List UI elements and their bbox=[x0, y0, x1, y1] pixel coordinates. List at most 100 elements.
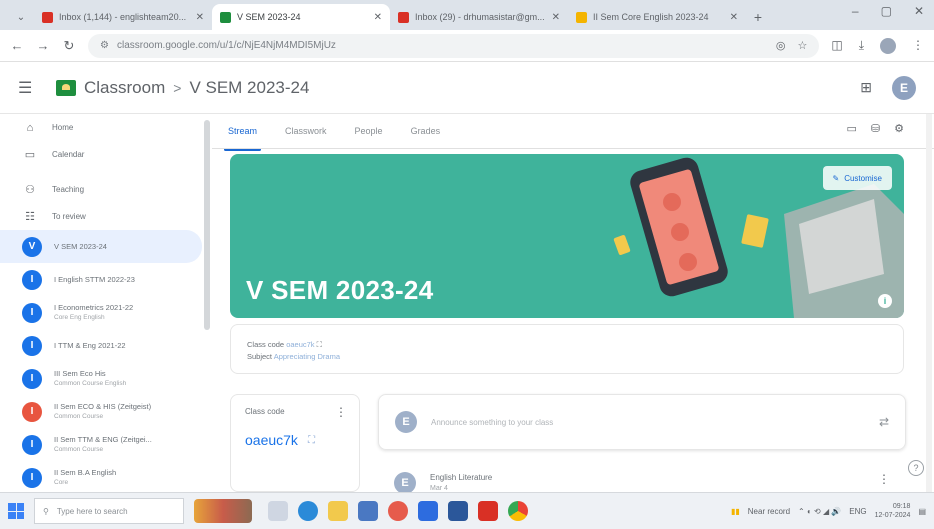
main-menu-icon[interactable]: ☰ bbox=[18, 78, 42, 98]
clock-date: 12-07-2024 bbox=[874, 512, 911, 519]
close-tab-icon[interactable]: ✕ bbox=[552, 12, 560, 23]
tab-stream[interactable]: Stream bbox=[223, 126, 262, 151]
photos-icon[interactable] bbox=[388, 501, 408, 521]
word-icon[interactable] bbox=[448, 501, 468, 521]
app-name-link[interactable]: Classroom bbox=[84, 78, 165, 98]
class-code-text[interactable]: oaeuc7k bbox=[245, 432, 298, 448]
class-code-value[interactable]: oaeuc7k bbox=[286, 340, 314, 349]
forward-icon[interactable]: → bbox=[36, 38, 50, 53]
chrome-icon[interactable] bbox=[508, 501, 528, 521]
tab-grades[interactable]: Grades bbox=[411, 126, 441, 136]
info-icon[interactable]: i bbox=[878, 294, 892, 308]
sidebar-class-item[interactable]: I II Sem TTM & ENG (Zeitgei... Common Cour… bbox=[0, 428, 212, 461]
customise-button[interactable]: ✎ Customise bbox=[822, 166, 892, 190]
calendar-icon[interactable]: ▭ bbox=[847, 122, 857, 135]
more-options-icon[interactable]: ⋮ bbox=[335, 405, 347, 419]
weather-icon[interactable]: ▮▮ bbox=[731, 507, 740, 516]
tab-title: V SEM 2023-24 bbox=[237, 12, 301, 22]
sidebar-class-item[interactable]: I I TTM & Eng 2021-22 bbox=[0, 329, 212, 362]
main-scrollbar[interactable] bbox=[926, 114, 932, 492]
download-icon[interactable]: ⤓ bbox=[859, 38, 864, 54]
class-banner: ✎ Customise V SEM 2023-24 i bbox=[230, 154, 904, 318]
announce-placeholder[interactable]: Announce something to your class bbox=[431, 418, 865, 427]
class-name: I TTM & Eng 2021-22 bbox=[54, 340, 126, 350]
drive-folder-icon[interactable]: ⛁ bbox=[871, 122, 880, 135]
banner-title: V SEM 2023-24 bbox=[246, 275, 434, 305]
sidebar-scrollbar[interactable] bbox=[204, 120, 210, 330]
url-text: classroom.google.com/u/1/c/NjE4NjM4MDI5M… bbox=[116, 40, 336, 51]
language-indicator[interactable]: ENG bbox=[849, 507, 866, 516]
header-actions: ⊞ E bbox=[860, 75, 916, 100]
sidebar-class-item[interactable]: I II Sem ECO & HIS (Zeitgeist) Common Cour… bbox=[0, 395, 212, 428]
help-icon[interactable]: ? bbox=[908, 460, 924, 476]
more-menu-icon[interactable]: ⋮ bbox=[912, 38, 924, 54]
notifications-icon[interactable]: ▤ bbox=[918, 507, 926, 516]
settings-gear-icon[interactable]: ⚙ bbox=[894, 122, 904, 135]
bookmark-star-icon[interactable]: ☆ bbox=[797, 39, 807, 52]
site-info-icon[interactable]: ⚙ bbox=[100, 40, 109, 51]
close-tab-icon[interactable]: ✕ bbox=[730, 12, 738, 23]
windows-start-icon[interactable] bbox=[8, 503, 24, 519]
lens-icon[interactable]: ◎ bbox=[776, 39, 786, 52]
browser-tab-inbox-2[interactable]: Inbox (29) - drhumasistar@gm... ✕ bbox=[390, 4, 568, 30]
profile-avatar[interactable] bbox=[880, 37, 896, 54]
browser-tab-inbox-1[interactable]: Inbox (1,144) - englishteam20... ✕ bbox=[34, 4, 212, 30]
browser-tab-classroom[interactable]: V SEM 2023-24 ✕ bbox=[212, 4, 390, 30]
sidebar-class-item[interactable]: I I Econometrics 2021-22 Core Eng English bbox=[0, 296, 212, 329]
tray-text[interactable]: Near record bbox=[748, 507, 790, 516]
calendar-icon: ▭ bbox=[24, 149, 36, 161]
class-name: I English STTM 2022-23 bbox=[54, 274, 135, 284]
account-avatar[interactable]: E bbox=[892, 75, 916, 100]
class-avatar: I bbox=[22, 401, 42, 422]
close-tab-icon[interactable]: ✕ bbox=[196, 12, 204, 23]
sidebar-class-item[interactable]: V V SEM 2023-24 bbox=[0, 230, 202, 263]
url-input[interactable]: ⚙ classroom.google.com/u/1/c/NjE4NjM4MDI… bbox=[88, 33, 820, 58]
taskbar-search-input[interactable]: ⚲ Type here to search bbox=[34, 498, 184, 524]
class-tabs: Stream Classwork People Grades bbox=[223, 114, 441, 151]
sidebar-item-calendar[interactable]: ▭ Calendar bbox=[0, 141, 212, 168]
sidebar-item-teaching[interactable]: ⚇ Teaching bbox=[0, 176, 212, 203]
tab-people[interactable]: People bbox=[355, 126, 383, 136]
zoom-icon[interactable] bbox=[418, 501, 438, 521]
sidebar-item-to-review[interactable]: ☷ To review bbox=[0, 203, 212, 230]
file-explorer-icon[interactable] bbox=[328, 501, 348, 521]
class-title-link[interactable]: V SEM 2023-24 bbox=[189, 78, 309, 98]
sidebar-class-item[interactable]: I I English STTM 2022-23 bbox=[0, 263, 212, 296]
task-view-icon[interactable] bbox=[268, 501, 288, 521]
extensions-icon[interactable]: ◫ bbox=[831, 38, 842, 54]
search-highlight-widget[interactable] bbox=[194, 499, 252, 523]
sidebar-class-item[interactable]: I III Sem Eco His Common Course English bbox=[0, 362, 212, 395]
post-more-icon[interactable]: ⋮ bbox=[878, 472, 890, 486]
close-window-button[interactable]: ✕ bbox=[914, 4, 924, 18]
taskbar-apps bbox=[268, 501, 528, 521]
clock[interactable]: 09:18 12-07-2024 bbox=[875, 502, 911, 520]
sidebar-item-home[interactable]: ⌂ Home bbox=[0, 114, 212, 141]
expand-code-icon[interactable]: ⛶ bbox=[317, 340, 322, 349]
tray-icons[interactable]: ⌃ ◐ ⟲ ◢ 🔊 bbox=[798, 507, 841, 516]
close-tab-icon[interactable]: ✕ bbox=[374, 12, 382, 23]
post-title: English Literature bbox=[430, 473, 493, 482]
back-icon[interactable]: ← bbox=[10, 38, 24, 53]
acrobat-icon[interactable] bbox=[478, 501, 498, 521]
tab-classwork[interactable]: Classwork bbox=[285, 126, 327, 136]
tab-search-icon[interactable]: ⌄ bbox=[8, 4, 34, 30]
classroom-logo-icon[interactable] bbox=[56, 79, 76, 96]
edge-icon[interactable] bbox=[298, 501, 318, 521]
tabs-divider bbox=[212, 148, 934, 149]
minimize-button[interactable]: – bbox=[852, 4, 859, 18]
user-avatar: E bbox=[395, 411, 417, 433]
class-code-card-label: Class code bbox=[245, 407, 285, 416]
repost-icon[interactable]: ⇄ bbox=[879, 415, 889, 429]
store-icon[interactable] bbox=[358, 501, 378, 521]
announce-box[interactable]: E Announce something to your class ⇄ bbox=[378, 394, 906, 450]
reload-icon[interactable]: ↻ bbox=[62, 38, 76, 54]
maximize-button[interactable]: ▢ bbox=[881, 4, 892, 18]
class-avatar: I bbox=[22, 368, 42, 389]
new-tab-button[interactable]: + bbox=[746, 4, 770, 30]
tab-title: II Sem Core English 2023-24 bbox=[593, 12, 709, 22]
display-fullscreen-icon[interactable]: ⛶ bbox=[308, 435, 315, 446]
browser-tab-core-english[interactable]: II Sem Core English 2023-24 ✕ bbox=[568, 4, 746, 30]
class-name: V SEM 2023-24 bbox=[54, 241, 107, 251]
sidebar-class-item[interactable]: I II Sem B.A English Core bbox=[0, 461, 212, 492]
google-apps-icon[interactable]: ⊞ bbox=[860, 79, 872, 96]
